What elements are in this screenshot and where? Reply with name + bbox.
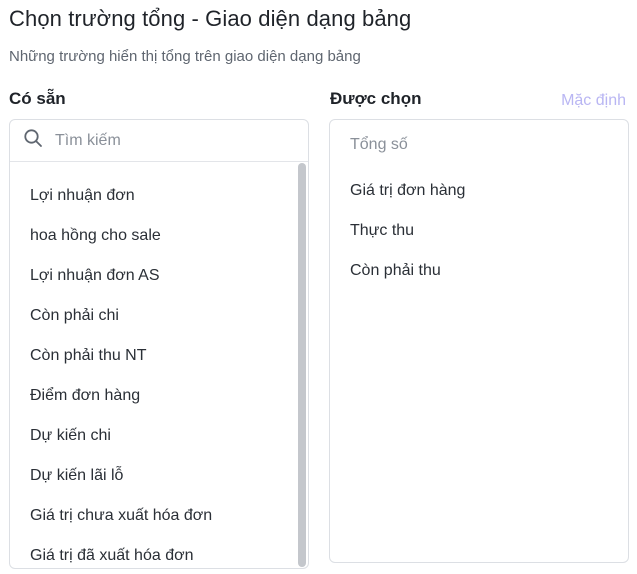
available-column-label: Có sẵn — [9, 89, 66, 108]
available-field-item[interactable]: hoa hồng cho sale — [10, 216, 308, 256]
available-fields-panel: Lợi nhuận đơn hoa hồng cho sale Lợi nhuậ… — [9, 119, 309, 569]
search-box[interactable] — [10, 120, 308, 162]
selected-field-item[interactable]: Thực thu — [330, 211, 628, 251]
available-field-item[interactable]: Giá trị đã xuất hóa đơn — [10, 536, 308, 568]
available-fields-list: Lợi nhuận đơn hoa hồng cho sale Lợi nhuậ… — [10, 162, 308, 568]
available-field-item[interactable]: Lợi nhuận đơn AS — [10, 256, 308, 296]
available-field-item[interactable]: Dự kiến chi — [10, 416, 308, 456]
available-field-item[interactable]: Còn phải thu NT — [10, 336, 308, 376]
selected-fields-panel: Tổng số Giá trị đơn hàng Thực thu Còn ph… — [329, 119, 629, 563]
dialog-subtitle: Những trường hiển thị tổng trên giao diệ… — [9, 48, 361, 65]
search-input[interactable] — [55, 131, 275, 150]
selected-field-item[interactable]: Còn phải thu — [330, 251, 628, 291]
scrollbar-thumb[interactable] — [298, 163, 306, 567]
total-label: Tổng số — [350, 136, 408, 153]
selected-fields-list: Giá trị đơn hàng Thực thu Còn phải thu — [330, 171, 628, 291]
selected-column-label: Được chọn — [330, 89, 422, 108]
list-scrollbar[interactable] — [298, 163, 306, 567]
available-field-item[interactable]: Giá trị chưa xuất hóa đơn — [10, 496, 308, 536]
dialog-title: Chọn trường tổng - Giao diện dạng bảng — [9, 6, 412, 31]
available-field-item[interactable]: Còn phải chi — [10, 296, 308, 336]
selected-field-item[interactable]: Giá trị đơn hàng — [330, 171, 628, 211]
reset-default-link[interactable]: Mặc định — [561, 92, 626, 110]
available-field-item[interactable]: Lợi nhuận đơn — [10, 176, 308, 216]
available-field-item[interactable]: Điểm đơn hàng — [10, 376, 308, 416]
search-icon — [23, 128, 43, 153]
available-field-item[interactable]: Dự kiến lãi lỗ — [10, 456, 308, 496]
